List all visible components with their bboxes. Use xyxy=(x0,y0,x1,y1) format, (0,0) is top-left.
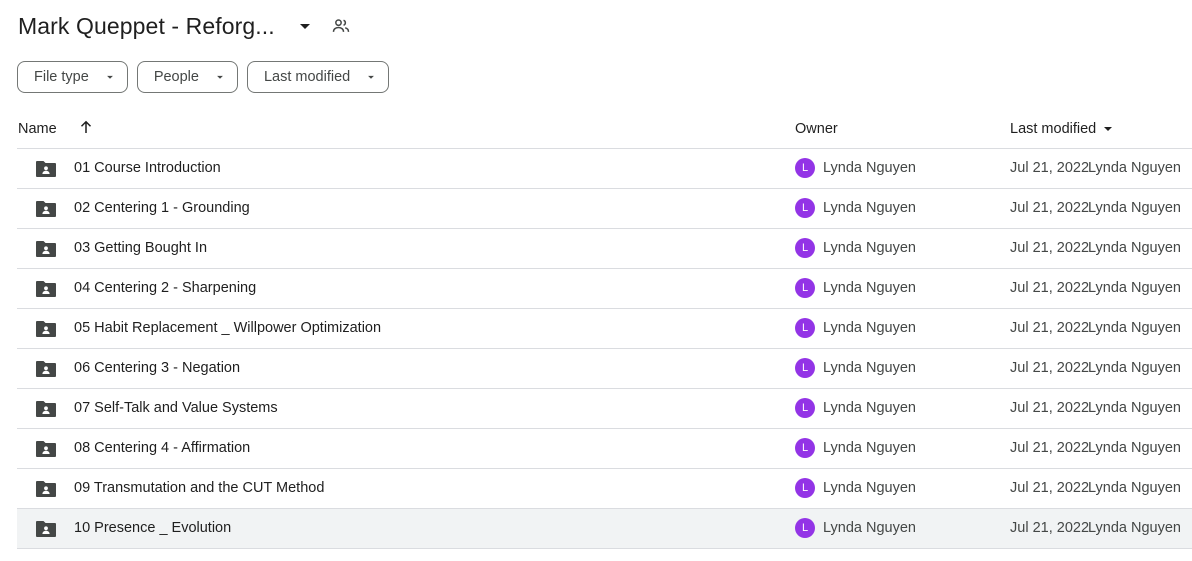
modified-by: Lynda Nguyen xyxy=(1088,200,1181,216)
table-row[interactable]: 02 Centering 1 - Grounding L Lynda Nguye… xyxy=(17,189,1192,229)
column-header-owner: Owner xyxy=(795,121,838,137)
file-name[interactable]: 01 Course Introduction xyxy=(74,160,221,176)
avatar: L xyxy=(795,478,815,498)
column-header-name[interactable]: Name xyxy=(18,121,57,137)
arrow-drop-down-icon[interactable] xyxy=(293,14,317,38)
table-row[interactable]: 07 Self-Talk and Value Systems L Lynda N… xyxy=(17,389,1192,429)
table-row[interactable]: 09 Transmutation and the CUT Method L Ly… xyxy=(17,469,1192,509)
owner-name: Lynda Nguyen xyxy=(823,440,916,456)
column-header-last-modified-label: Last modified xyxy=(1010,121,1097,137)
table-row[interactable]: 01 Course Introduction L Lynda Nguyen Ju… xyxy=(17,149,1192,189)
modified-by: Lynda Nguyen xyxy=(1088,320,1181,336)
modified-by: Lynda Nguyen xyxy=(1088,520,1181,536)
chevron-down-icon xyxy=(364,70,378,84)
modified-by: Lynda Nguyen xyxy=(1088,440,1181,456)
shared-folder-icon xyxy=(35,439,57,459)
owner-name: Lynda Nguyen xyxy=(823,320,916,336)
modified-by: Lynda Nguyen xyxy=(1088,400,1181,416)
table-row[interactable]: 06 Centering 3 - Negation L Lynda Nguyen… xyxy=(17,349,1192,389)
table-row[interactable]: 03 Getting Bought In L Lynda Nguyen Jul … xyxy=(17,229,1192,269)
table-row[interactable]: 04 Centering 2 - Sharpening L Lynda Nguy… xyxy=(17,269,1192,309)
modified-date: Jul 21, 2022 xyxy=(1010,200,1090,216)
owner-name: Lynda Nguyen xyxy=(823,400,916,416)
avatar: L xyxy=(795,158,815,178)
owner-name: Lynda Nguyen xyxy=(823,240,916,256)
shared-folder-icon xyxy=(35,399,57,419)
table-row[interactable]: 05 Habit Replacement _ Willpower Optimiz… xyxy=(17,309,1192,349)
modified-date: Jul 21, 2022 xyxy=(1010,520,1090,536)
file-name[interactable]: 10 Presence _ Evolution xyxy=(74,520,231,536)
avatar: L xyxy=(795,238,815,258)
modified-date: Jul 21, 2022 xyxy=(1010,480,1090,496)
avatar: L xyxy=(795,198,815,218)
file-name[interactable]: 03 Getting Bought In xyxy=(74,240,207,256)
chevron-down-icon xyxy=(213,70,227,84)
filter-last-modified[interactable]: Last modified xyxy=(246,61,390,93)
modified-by: Lynda Nguyen xyxy=(1088,480,1181,496)
avatar: L xyxy=(795,438,815,458)
chevron-down-icon xyxy=(103,70,117,84)
modified-by: Lynda Nguyen xyxy=(1088,240,1181,256)
owner-name: Lynda Nguyen xyxy=(823,280,916,296)
shared-folder-icon xyxy=(35,319,57,339)
owner-name: Lynda Nguyen xyxy=(823,160,916,176)
file-name[interactable]: 09 Transmutation and the CUT Method xyxy=(74,480,324,496)
modified-date: Jul 21, 2022 xyxy=(1010,400,1090,416)
shared-folder-icon xyxy=(35,159,57,179)
modified-date: Jul 21, 2022 xyxy=(1010,360,1090,376)
shared-folder-icon xyxy=(35,239,57,259)
avatar: L xyxy=(795,518,815,538)
filter-people[interactable]: People xyxy=(136,61,238,93)
filter-last-modified-label: Last modified xyxy=(263,69,351,85)
folder-title[interactable]: Mark Queppet - Reforg... xyxy=(18,13,275,40)
modified-by: Lynda Nguyen xyxy=(1088,280,1181,296)
shared-folder-icon xyxy=(35,359,57,379)
filter-file-type-label: File type xyxy=(34,69,89,85)
modified-by: Lynda Nguyen xyxy=(1088,360,1181,376)
owner-name: Lynda Nguyen xyxy=(823,200,916,216)
modified-date: Jul 21, 2022 xyxy=(1010,280,1090,296)
file-list: 01 Course Introduction L Lynda Nguyen Ju… xyxy=(17,149,1192,549)
shared-folder-icon xyxy=(35,519,57,539)
avatar: L xyxy=(795,278,815,298)
modified-date: Jul 21, 2022 xyxy=(1010,320,1090,336)
owner-name: Lynda Nguyen xyxy=(823,480,916,496)
file-name[interactable]: 08 Centering 4 - Affirmation xyxy=(74,440,250,456)
file-name[interactable]: 02 Centering 1 - Grounding xyxy=(74,200,250,216)
modified-date: Jul 21, 2022 xyxy=(1010,440,1090,456)
modified-by: Lynda Nguyen xyxy=(1088,160,1181,176)
filter-file-type[interactable]: File type xyxy=(17,61,128,93)
modified-date: Jul 21, 2022 xyxy=(1010,240,1090,256)
arrow-upward-icon[interactable] xyxy=(77,118,95,136)
file-name[interactable]: 06 Centering 3 - Negation xyxy=(74,360,240,376)
avatar: L xyxy=(795,318,815,338)
column-header-last-modified[interactable]: Last modified xyxy=(1010,121,1116,137)
table-row[interactable]: 10 Presence _ Evolution L Lynda Nguyen J… xyxy=(17,509,1192,549)
file-name[interactable]: 04 Centering 2 - Sharpening xyxy=(74,280,256,296)
file-name[interactable]: 05 Habit Replacement _ Willpower Optimiz… xyxy=(74,320,381,336)
modified-date: Jul 21, 2022 xyxy=(1010,160,1090,176)
title-row: Mark Queppet - Reforg... xyxy=(18,8,353,44)
owner-name: Lynda Nguyen xyxy=(823,520,916,536)
shared-people-icon[interactable] xyxy=(329,14,353,38)
filter-people-label: People xyxy=(153,69,199,85)
file-name[interactable]: 07 Self-Talk and Value Systems xyxy=(74,400,278,416)
filter-chips: File type People Last modified xyxy=(17,61,390,93)
arrow-drop-down-icon xyxy=(1100,121,1116,137)
shared-folder-icon xyxy=(35,479,57,499)
shared-folder-icon xyxy=(35,279,57,299)
avatar: L xyxy=(795,358,815,378)
table-row[interactable]: 08 Centering 4 - Affirmation L Lynda Ngu… xyxy=(17,429,1192,469)
drive-folder-view: Mark Queppet - Reforg... File type Peopl… xyxy=(0,0,1192,561)
owner-name: Lynda Nguyen xyxy=(823,360,916,376)
table-header: Name Owner Last modified xyxy=(17,109,1192,149)
shared-folder-icon xyxy=(35,199,57,219)
avatar: L xyxy=(795,398,815,418)
